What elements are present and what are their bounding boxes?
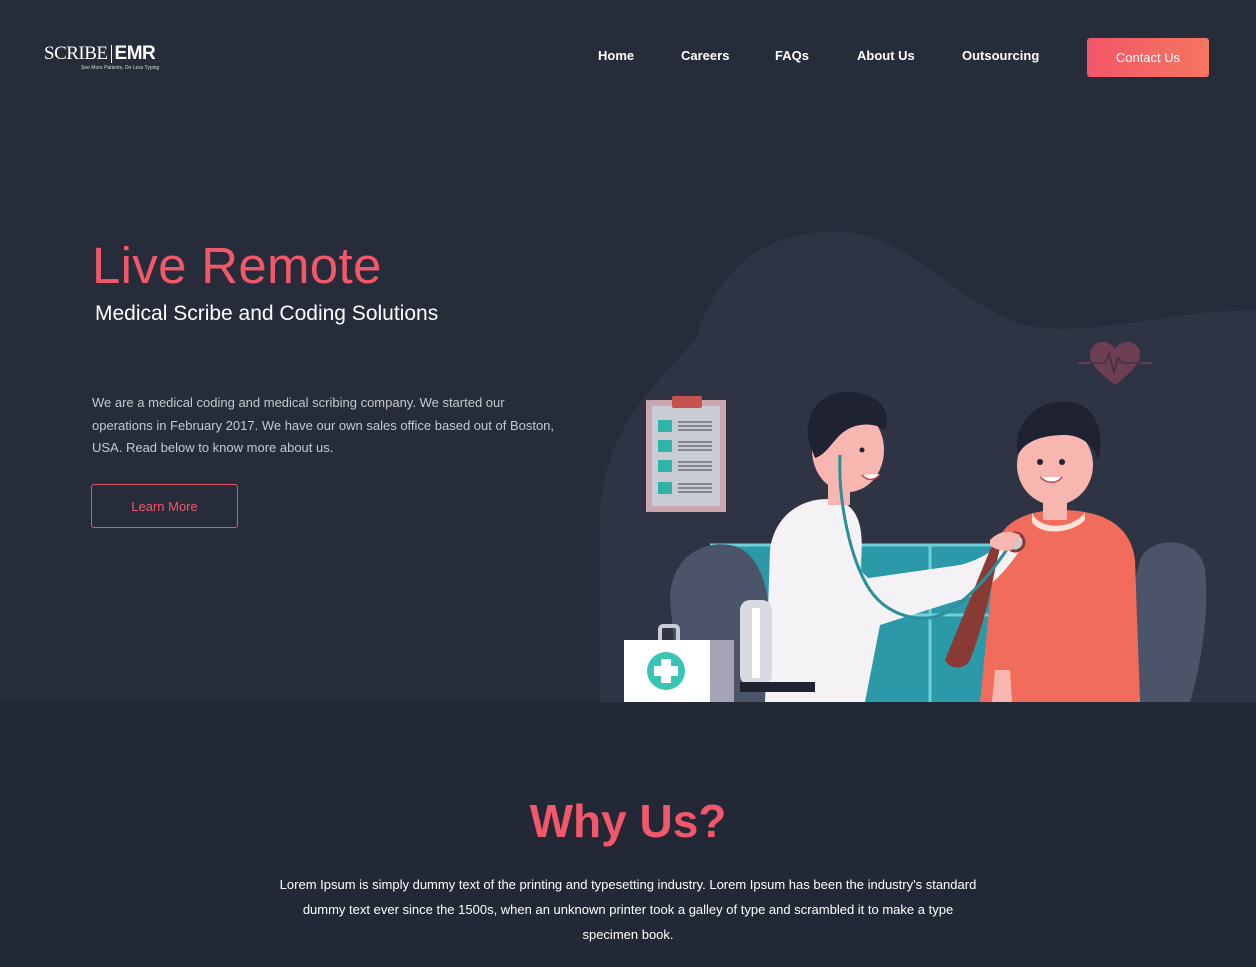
nav-item-faqs[interactable]: FAQs bbox=[775, 48, 809, 63]
logo[interactable]: SCRIBE EMR See More Patients, Do Less Ty… bbox=[44, 44, 164, 76]
hero-subtitle: Medical Scribe and Coding Solutions bbox=[95, 302, 439, 325]
logo-divider bbox=[110, 45, 112, 63]
doctor-patient-illustration bbox=[600, 231, 1256, 702]
nav-item-about-us[interactable]: About Us bbox=[857, 48, 915, 63]
logo-text-emr: EMR bbox=[114, 43, 156, 64]
site-header: SCRIBE EMR See More Patients, Do Less Ty… bbox=[0, 0, 1256, 110]
nav-item-careers[interactable]: Careers bbox=[681, 48, 729, 63]
hero-title: Live Remote bbox=[92, 237, 382, 294]
why-us-text: Lorem Ipsum is simply dummy text of the … bbox=[279, 877, 977, 942]
contact-us-button[interactable]: Contact Us bbox=[1087, 38, 1209, 77]
clipboard-icon bbox=[646, 396, 726, 512]
logo-text-scribe: SCRIBE bbox=[44, 43, 108, 64]
nav-item-outsourcing[interactable]: Outsourcing bbox=[962, 48, 1039, 63]
hero-description: We are a medical coding and medical scri… bbox=[92, 395, 555, 455]
why-us-section: Why Us? Lorem Ipsum is simply dummy text… bbox=[0, 702, 1256, 967]
learn-more-button[interactable]: Learn More bbox=[91, 484, 238, 528]
logo-wordmark: SCRIBE EMR bbox=[44, 44, 164, 64]
nav-item-home[interactable]: Home bbox=[598, 48, 634, 63]
logo-tagline: See More Patients, Do Less Typing bbox=[81, 65, 160, 71]
why-us-title: Why Us? bbox=[529, 795, 727, 847]
